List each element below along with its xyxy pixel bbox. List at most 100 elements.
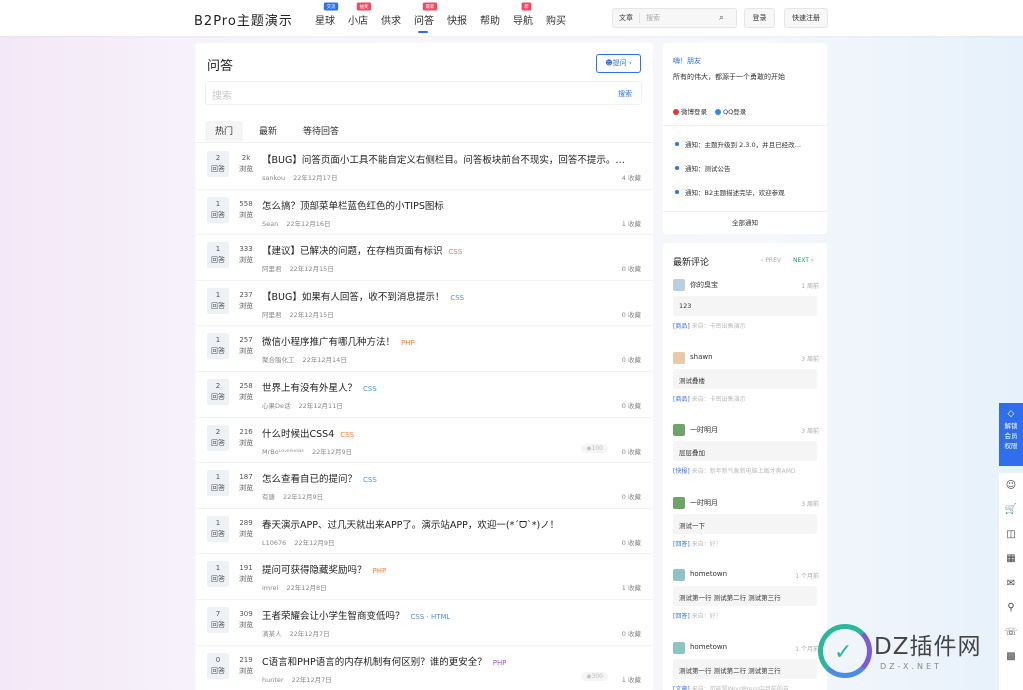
question-row[interactable]: 1 回答 237 浏览 【BUG】如果有人回答，收不到消息提示！ CSS 阿里君 22年12月… <box>195 281 653 327</box>
question-row[interactable]: 2 回答 258 浏览 世界上有没有外星人？ CSS 心果De话 22年12月11日 0 收藏 <box>195 372 653 418</box>
question-row[interactable]: 2 回答 216 浏览 什么时候出CSS4 CSS MrBoᴸᴼᵛᴱᴾᴴᴼᴺᴱ 22年12月9… <box>195 418 653 464</box>
question-title[interactable]: 微信小程序推广有哪几种方法！ PHP <box>262 334 415 348</box>
tab-waiting[interactable]: 等待回答 <box>293 121 349 141</box>
qa-search-button[interactable]: 搜索 <box>618 89 632 99</box>
all-notices-link[interactable]: 全部通知 <box>663 211 827 234</box>
question-tag[interactable]: CSS <box>450 294 464 302</box>
question-title[interactable]: 【BUG】问答页面小工具不能自定义右侧栏目。问答板块前台不现实，回答不提示。所有… <box>262 152 634 166</box>
qq-login[interactable]: QQ登录 <box>715 106 746 116</box>
favorite-count[interactable]: 1 收藏 <box>622 582 641 592</box>
question-author[interactable]: 滴某人 <box>262 630 282 638</box>
comment-author[interactable]: shawn <box>690 353 713 361</box>
favorite-count[interactable]: 0 收藏 <box>622 446 641 456</box>
question-title[interactable]: 提问可获得隐藏奖励吗？ PHP <box>262 562 386 576</box>
vip-unlock-button[interactable]: ◇ 解锁 会员 权限 <box>999 403 1023 466</box>
tab-hot[interactable]: 热门 <box>205 121 244 141</box>
question-author[interactable]: 有唐 <box>262 493 275 501</box>
favorite-count[interactable]: 0 收藏 <box>622 491 641 501</box>
comment-author[interactable]: 一时明月 <box>690 498 718 508</box>
question-tag[interactable]: PHP <box>493 659 507 667</box>
avatar[interactable] <box>673 351 685 364</box>
question-author[interactable]: L10676 <box>262 539 286 547</box>
favorite-count[interactable]: 0 收藏 <box>622 263 641 273</box>
favorite-count[interactable]: 0 收藏 <box>622 354 641 364</box>
question-author[interactable]: 心果De话 <box>262 402 291 410</box>
question-row[interactable]: 1 回答 191 浏览 提问可获得隐藏奖励吗？ PHP imrei 22年12月8日 1 收藏 <box>195 554 653 600</box>
ask-question-button[interactable]: ☻提问 › <box>596 54 641 73</box>
question-row[interactable]: 1 回答 558 浏览 怎么搞？顶部菜单栏蓝色红色的小TIPS图标 Sean 22年12月1… <box>195 190 653 236</box>
notice-item[interactable]: 通知：B2主题描述完毕，欢迎参观 <box>675 187 785 197</box>
header-search[interactable]: 文章 搜索 ⌕ <box>612 8 737 28</box>
comment-source[interactable]: [文章] 来自：可能是WordPress中目前的自… <box>673 684 795 690</box>
avatar[interactable] <box>673 496 685 509</box>
login-button[interactable]: 登录 <box>744 8 775 28</box>
nav-item[interactable]: 小店 抽奖 <box>348 2 372 27</box>
comment-source[interactable]: [快报] 来自：新年新气象新电脑上图才爽AMD <box>673 466 796 475</box>
favorite-count[interactable]: 1 收藏 <box>622 218 641 228</box>
comment-author[interactable]: hometown <box>690 643 727 651</box>
comment-body[interactable]: 测试叠楼 <box>673 368 817 389</box>
question-title[interactable]: C语言和PHP语言的内存机制有何区别？谁的更安全？ PHP <box>262 654 506 668</box>
comment-source[interactable]: [回答] 来自：好！ <box>673 611 722 620</box>
question-title[interactable]: 什么时候出CSS4 CSS <box>262 426 354 440</box>
question-tag[interactable]: CSS <box>340 431 354 439</box>
nav-item[interactable]: 帮助 <box>480 12 500 27</box>
question-tag[interactable]: CSS · HTML <box>411 613 451 621</box>
question-tag[interactable]: CSS <box>363 476 377 484</box>
question-tag[interactable]: PHP <box>373 567 387 575</box>
favorite-count[interactable]: 0 收藏 <box>622 537 641 547</box>
gift-icon[interactable]: ▦ <box>999 547 1023 572</box>
question-row[interactable]: 2 回答 2k 浏览 【BUG】问答页面小工具不能自定义右侧栏目。问答板块前台不现实，回… <box>195 144 653 190</box>
question-title[interactable]: 春天演示APP、过几天就出来APP了。演示站APP，欢迎一(*ˊᗜˋ*)ノ！ <box>262 517 559 531</box>
question-title[interactable]: 世界上有没有外星人？ CSS <box>262 380 377 394</box>
favorite-count[interactable]: 0 收藏 <box>622 309 641 319</box>
question-author[interactable]: 聚合脂化工 <box>262 356 295 364</box>
question-title[interactable]: 怎么查看自已的提问？ CSS <box>262 471 377 485</box>
comment-author[interactable]: hometown <box>690 570 727 578</box>
search-icon[interactable]: ⚲ <box>999 596 1023 621</box>
question-row[interactable]: 1 回答 333 浏览 【建议】已解决的问题，在存档页面有标识 CSS 阿里君 22年12月1… <box>195 235 653 281</box>
weibo-login[interactable]: 微博登录 <box>673 106 707 116</box>
question-author[interactable]: imrei <box>262 584 278 592</box>
favorite-count[interactable]: 4 收藏 <box>622 172 641 182</box>
comment-body[interactable]: 测试第一行 测试第二行 测试第三行 <box>673 658 817 679</box>
comment-body[interactable]: 123 <box>673 296 817 316</box>
prev-button[interactable]: ‹ PREV <box>761 257 781 264</box>
comment-source[interactable]: [商品] 来自：卡密出售演示 <box>673 394 746 403</box>
search-input[interactable]: 搜索 <box>640 13 719 23</box>
nav-item[interactable]: 星球 交流 <box>315 2 339 27</box>
avatar[interactable] <box>673 424 685 436</box>
notice-item[interactable]: 通知：主题升级到 2.3.0，并且已经改… <box>675 139 801 149</box>
nav-item[interactable]: 快报 <box>447 12 467 27</box>
favorite-count[interactable]: 0 收藏 <box>622 628 641 638</box>
question-author[interactable]: hunter <box>262 676 284 684</box>
question-tag[interactable]: CSS <box>363 385 377 393</box>
question-title[interactable]: 王者荣耀会让小学生智商变低吗？ CSS · HTML <box>262 608 450 622</box>
mail-icon[interactable]: ✉ <box>999 571 1023 596</box>
user-icon[interactable]: ☺ <box>999 473 1023 498</box>
search-type-select[interactable]: 文章 <box>613 13 640 23</box>
search-icon[interactable]: ⌕ <box>719 13 731 23</box>
question-row[interactable]: 1 回答 187 浏览 怎么查看自已的提问？ CSS 有唐 22年12月9日 0 收藏 <box>195 463 653 509</box>
question-tag[interactable]: CSS <box>449 248 463 256</box>
nav-item[interactable]: 供求 <box>381 12 401 27</box>
tab-latest[interactable]: 最新 <box>249 121 287 141</box>
nav-item[interactable]: 购买 <box>546 12 566 27</box>
comment-body[interactable]: 层层叠加 <box>673 441 817 461</box>
avatar[interactable] <box>673 569 685 581</box>
question-tag[interactable]: PHP <box>401 339 415 347</box>
question-row[interactable]: 7 回答 309 浏览 王者荣耀会让小学生智商变低吗？ CSS · HTML 滴某人 22年1… <box>195 600 653 646</box>
qa-search-input[interactable]: 搜索 <box>212 87 232 102</box>
next-button[interactable]: NEXT › <box>793 257 813 264</box>
register-button[interactable]: 快速注册 <box>784 8 828 28</box>
avatar[interactable] <box>673 641 685 654</box>
qa-search[interactable]: 搜索 搜索 <box>205 81 642 105</box>
question-title[interactable]: 【建议】已解决的问题，在存档页面有标识 CSS <box>262 243 462 257</box>
comment-source[interactable]: [回答] 来自：好！ <box>673 539 722 548</box>
comment-body[interactable]: 测试第一行 测试第二行 测试第三行 <box>673 586 817 606</box>
question-row[interactable]: 1 回答 257 浏览 微信小程序推广有哪几种方法！ PHP 聚合脂化工 22年12月14日 0… <box>195 326 653 372</box>
question-title[interactable]: 【BUG】如果有人回答，收不到消息提示！ CSS <box>262 289 464 303</box>
comment-source[interactable]: [商品] 来自：卡密出售演示 <box>673 321 746 330</box>
comment-author[interactable]: 你的臭宝 <box>690 280 718 290</box>
compare-icon[interactable]: ◫ <box>999 522 1023 547</box>
